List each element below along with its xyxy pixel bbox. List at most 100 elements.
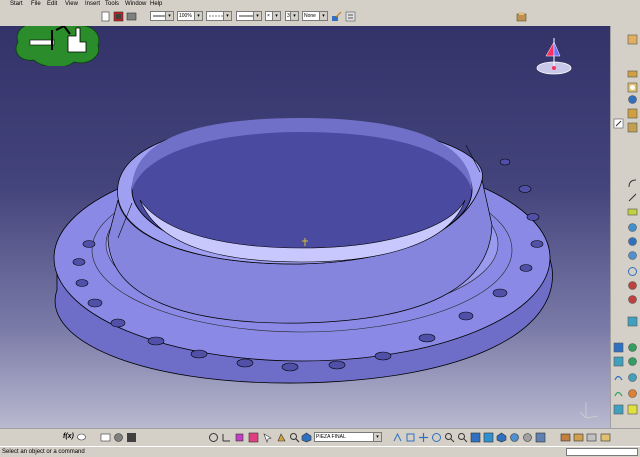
- search-icon[interactable]: [289, 432, 300, 443]
- rotate-view-icon[interactable]: [431, 432, 442, 443]
- sew-icon[interactable]: [613, 388, 624, 399]
- painter-icon[interactable]: [331, 11, 342, 22]
- layer-value: None: [304, 13, 316, 19]
- pan-icon[interactable]: [418, 432, 429, 443]
- thickness-icon[interactable]: [627, 236, 638, 247]
- zoom-in-icon[interactable]: [444, 432, 455, 443]
- axis-system-icon[interactable]: [221, 432, 232, 443]
- bottom-toolbar: f(x) PIEZA FINAL ▾: [0, 428, 640, 447]
- menu-help[interactable]: Help: [150, 0, 162, 8]
- pad-icon[interactable]: [627, 68, 638, 79]
- thick-surface-icon[interactable]: [627, 404, 638, 415]
- command-input[interactable]: [566, 448, 638, 456]
- menu-file[interactable]: File: [31, 0, 41, 8]
- select-icon[interactable]: [262, 432, 273, 443]
- snap-icon[interactable]: [248, 432, 259, 443]
- point-symbol-combo[interactable]: × ▾: [265, 11, 281, 21]
- fit-all-icon[interactable]: [405, 432, 416, 443]
- axis-triad-icon: [578, 398, 602, 422]
- mirror-icon[interactable]: [627, 294, 638, 305]
- status-bar: Select an object or a command: [0, 446, 640, 457]
- surface-icon[interactable]: [613, 404, 624, 415]
- menu-tools[interactable]: Tools: [105, 0, 119, 8]
- analysis-icon[interactable]: [573, 432, 584, 443]
- chevron-down-icon: ▾: [319, 12, 327, 20]
- properties-icon[interactable]: [345, 11, 356, 22]
- constraint-icon[interactable]: [234, 432, 245, 443]
- hole-icon[interactable]: [627, 108, 638, 119]
- remove-icon[interactable]: [627, 356, 638, 367]
- line-weight-combo[interactable]: ▾: [236, 11, 262, 21]
- menu-insert[interactable]: Insert: [85, 0, 100, 8]
- split-icon[interactable]: [627, 388, 638, 399]
- zoom-value: 100%: [179, 13, 192, 19]
- boolean-icon[interactable]: [613, 342, 624, 353]
- shading-icon[interactable]: [509, 432, 520, 443]
- normal-view-icon[interactable]: [470, 432, 481, 443]
- table-icon[interactable]: [100, 432, 111, 443]
- hide-show-icon[interactable]: [522, 432, 533, 443]
- pattern-icon[interactable]: [627, 316, 638, 327]
- part-body-icon[interactable]: [301, 432, 312, 443]
- graphics-properties-icon[interactable]: [113, 11, 124, 22]
- workbench-icon[interactable]: [516, 11, 527, 22]
- measure-icon[interactable]: [613, 118, 624, 129]
- shaft-icon[interactable]: [627, 94, 638, 105]
- chevron-down-icon: ▾: [165, 12, 173, 20]
- union-trim-icon[interactable]: [627, 372, 638, 383]
- rotate-icon[interactable]: [627, 280, 638, 291]
- knowledge-icon[interactable]: [126, 432, 137, 443]
- menu-bar: Start File Edit View Insert Tools Window…: [0, 0, 640, 8]
- intersect-icon[interactable]: [613, 372, 624, 383]
- zoom-out-icon[interactable]: [457, 432, 468, 443]
- add-icon[interactable]: [627, 342, 638, 353]
- comment-icon[interactable]: [76, 432, 87, 443]
- publish-icon[interactable]: [586, 432, 597, 443]
- pocket-icon[interactable]: [627, 82, 638, 93]
- part-name-combo[interactable]: PIEZA FINAL ▾: [314, 432, 382, 442]
- catalog-icon[interactable]: [113, 432, 124, 443]
- layer-combo[interactable]: None ▾: [302, 11, 328, 21]
- iso-view-icon[interactable]: [496, 432, 507, 443]
- update-icon[interactable]: [208, 432, 219, 443]
- render-style-icon[interactable]: [126, 11, 137, 22]
- fly-mode-icon[interactable]: [392, 432, 403, 443]
- reorder-icon[interactable]: [600, 432, 611, 443]
- thread-icon[interactable]: [627, 250, 638, 261]
- assemble-icon[interactable]: [613, 356, 624, 367]
- fillet-icon[interactable]: [627, 178, 638, 189]
- chevron-down-icon: ▾: [194, 12, 202, 20]
- sketcher-icon[interactable]: [627, 34, 638, 45]
- catalog-browser-icon[interactable]: [560, 432, 571, 443]
- top-toolbar: ▾ 100% ▾ ▾ ▾ × ▾ 3 ▾ None ▾: [0, 8, 640, 27]
- chevron-down-icon: ▾: [223, 12, 231, 20]
- zoom-combo[interactable]: 100% ▾: [177, 11, 203, 21]
- translate-icon[interactable]: [627, 266, 638, 277]
- fly-icon[interactable]: [276, 432, 287, 443]
- line-type-combo[interactable]: ▾: [206, 11, 232, 21]
- right-toolbar: [610, 26, 640, 428]
- part-geometry[interactable]: [0, 26, 610, 428]
- part-name-value: PIEZA FINAL: [316, 434, 346, 440]
- menu-window[interactable]: Window: [125, 0, 146, 8]
- status-message: Select an object or a command: [2, 449, 85, 455]
- new-icon[interactable]: [100, 11, 111, 22]
- shell-icon[interactable]: [627, 222, 638, 233]
- compass-icon[interactable]: [532, 34, 576, 80]
- swap-visible-icon[interactable]: [535, 432, 546, 443]
- chevron-down-icon: ▾: [253, 12, 261, 20]
- multi-view-icon[interactable]: [483, 432, 494, 443]
- chevron-down-icon: ▾: [290, 12, 298, 20]
- menu-view[interactable]: View: [65, 0, 78, 8]
- chamfer-icon[interactable]: [627, 192, 638, 203]
- chevron-down-icon: ▾: [272, 12, 280, 20]
- menu-edit[interactable]: Edit: [47, 0, 57, 8]
- 3d-viewport[interactable]: [0, 26, 610, 428]
- formula-button[interactable]: f(x): [63, 433, 74, 440]
- menu-start[interactable]: Start: [10, 0, 23, 8]
- point-symbol-value: ×: [267, 13, 270, 19]
- line-style-combo[interactable]: ▾: [150, 11, 174, 21]
- layer-number-combo[interactable]: 3 ▾: [285, 11, 299, 21]
- draft-icon[interactable]: [627, 206, 638, 217]
- rib-icon[interactable]: [627, 122, 638, 133]
